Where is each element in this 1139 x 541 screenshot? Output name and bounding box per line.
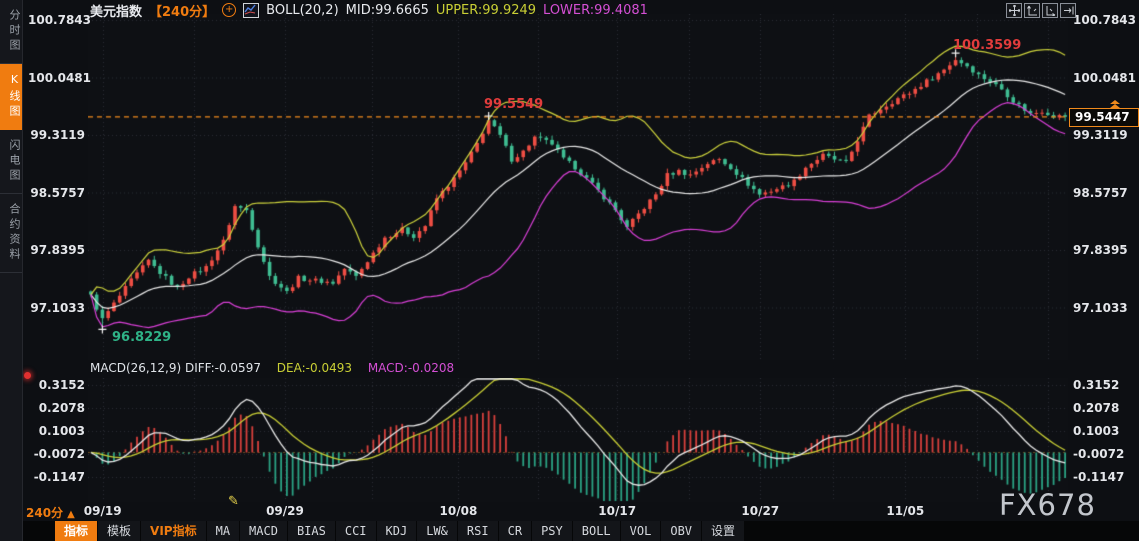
toolbar-button-KDJ[interactable]: KDJ bbox=[376, 521, 418, 541]
live-alert-icon bbox=[24, 372, 31, 379]
sidebar-tab-2[interactable]: 闪电图 bbox=[0, 130, 22, 194]
macd-axis-label-left: 0.3152 bbox=[38, 378, 85, 392]
toolbar-button-OBV[interactable]: OBV bbox=[661, 521, 703, 541]
chart-tool-icons bbox=[1006, 3, 1076, 18]
macd-dea-value: DEA:-0.0493 bbox=[276, 361, 352, 375]
jump-to-price-icon[interactable] bbox=[1109, 100, 1121, 108]
toolbar-button-指标[interactable]: 指标 bbox=[55, 521, 99, 541]
pencil-cursor-icon: ✎ bbox=[228, 494, 239, 509]
macd-macd-value: MACD:-0.0208 bbox=[367, 361, 455, 375]
go-to-latest-icon[interactable] bbox=[1060, 3, 1076, 18]
high-annotation-1: 99.5549 bbox=[484, 97, 544, 112]
indicator-toolbar: 指标 模板 VIP指标 MA MACD BIAS CCI KDJ LW& RSI CR PSY BOLL… bbox=[55, 521, 746, 541]
date-axis-label: 09/19 bbox=[83, 504, 122, 518]
macd-header: MACD(26,12,9) DIFF:-0.0597 DEA:-0.0493 M… bbox=[90, 361, 454, 375]
sidebar-tab-1[interactable]: K线图 bbox=[0, 64, 22, 130]
price-axis-label-left: 100.7843 bbox=[28, 13, 92, 27]
toolbar-button-MACD[interactable]: MACD bbox=[240, 521, 288, 541]
toolbar-button-CCI[interactable]: CCI bbox=[335, 521, 377, 541]
low-annotation: 96.8229 bbox=[112, 330, 172, 345]
date-axis-label: 10/08 bbox=[439, 504, 478, 518]
symbol-title: 美元指数 bbox=[90, 4, 143, 20]
macd-chart-canvas[interactable] bbox=[88, 378, 1068, 502]
price-axis-label-right: 97.8395 bbox=[1073, 243, 1128, 257]
sidebar-tab-0[interactable]: 分时图 bbox=[0, 0, 22, 64]
period-arrow-icon: ▲ bbox=[67, 509, 75, 520]
macd-name-diff: MACD(26,12,9) DIFF:-0.0597 bbox=[90, 361, 261, 375]
boll-lower-value: LOWER:99.4081 bbox=[543, 2, 648, 18]
watermark: FX678 bbox=[999, 488, 1096, 522]
add-indicator-icon[interactable]: + bbox=[222, 3, 237, 17]
last-price-tag[interactable]: 99.5447 bbox=[1069, 108, 1139, 127]
indicator-toolbar-row: 指标 模板 VIP指标 MA MACD BIAS CCI KDJ LW& RSI CR PSY BOLL… bbox=[23, 521, 1139, 541]
toolbar-button-MA[interactable]: MA bbox=[206, 521, 241, 541]
toolbar-button-RSI[interactable]: RSI bbox=[457, 521, 499, 541]
price-axis-label-right: 97.1033 bbox=[1073, 300, 1128, 315]
scale-y-axis-icon[interactable] bbox=[1024, 3, 1040, 18]
toolbar-button-BIAS[interactable]: BIAS bbox=[287, 521, 336, 541]
macd-axis-label-right: 0.3152 bbox=[1073, 378, 1120, 392]
period-text: 240分 bbox=[26, 506, 64, 520]
macd-axis-label-left: 0.1003 bbox=[38, 424, 85, 438]
price-axis-label-left: 97.8395 bbox=[30, 243, 85, 257]
chart-application-window: 分时图 K线图 闪电图 合约资料 美元指数 【240分】 + BOLL(20,2) M… bbox=[0, 0, 1139, 541]
price-axis-label-left: 98.5757 bbox=[30, 185, 85, 200]
toolbar-button-BOLL[interactable]: BOLL bbox=[572, 521, 621, 541]
toolbar-button-模板[interactable]: 模板 bbox=[98, 521, 142, 541]
macd-axis-label-right: -0.0072 bbox=[1073, 447, 1125, 461]
period-label[interactable]: 【240分】 bbox=[149, 1, 215, 20]
date-axis-label: 11/05 bbox=[886, 504, 925, 518]
toolbar-button-LW&[interactable]: LW& bbox=[417, 521, 458, 541]
macd-axis-label-left: 0.2078 bbox=[38, 401, 85, 415]
price-axis-label-left: 99.3119 bbox=[30, 128, 85, 142]
price-axis-label-right: 98.5757 bbox=[1073, 185, 1128, 200]
toolbar-button-VIP指标[interactable]: VIP指标 bbox=[141, 521, 207, 541]
toolbar-button-设置[interactable]: 设置 bbox=[702, 521, 746, 541]
sidebar-tab-3[interactable]: 合约资料 bbox=[0, 194, 22, 273]
chart-header: 美元指数 【240分】 + BOLL(20,2) MID:99.6665 UPP… bbox=[90, 1, 648, 20]
price-axis-label-right: 100.0481 bbox=[1073, 70, 1137, 85]
price-axis-label-right: 100.7843 bbox=[1073, 13, 1137, 27]
macd-axis-label-right: 0.1003 bbox=[1073, 424, 1120, 438]
pan-tool-icon[interactable] bbox=[1006, 3, 1022, 18]
high-annotation-2: 100.3599 bbox=[953, 38, 1022, 53]
period-selector[interactable]: 240分 ▲ bbox=[26, 504, 75, 521]
macd-axis-label-left: -0.0072 bbox=[33, 447, 85, 461]
left-sidebar: 分时图 K线图 闪电图 合约资料 bbox=[0, 0, 23, 541]
date-axis-label: 10/17 bbox=[598, 504, 637, 518]
price-axis-label-left: 100.0481 bbox=[28, 70, 92, 85]
candlestick-chart-canvas[interactable] bbox=[88, 14, 1068, 360]
macd-axis-label-left: -0.1147 bbox=[33, 470, 85, 484]
date-axis-label: 10/27 bbox=[741, 504, 780, 518]
toolbar-button-VOL[interactable]: VOL bbox=[620, 521, 662, 541]
macd-axis-label-right: -0.1147 bbox=[1073, 470, 1125, 484]
boll-label: BOLL(20,2) bbox=[266, 2, 339, 18]
toolbar-button-PSY[interactable]: PSY bbox=[532, 521, 573, 541]
date-axis-label: 09/29 bbox=[266, 504, 304, 518]
toolbar-button-CR[interactable]: CR bbox=[498, 521, 533, 541]
macd-axis-label-right: 0.2078 bbox=[1073, 401, 1120, 415]
mini-chart-icon[interactable] bbox=[243, 2, 260, 18]
scale-x-axis-icon[interactable] bbox=[1042, 3, 1058, 18]
price-axis-label-right: 99.3119 bbox=[1073, 128, 1128, 142]
boll-mid-value: MID:99.6665 bbox=[345, 2, 429, 18]
boll-upper-value: UPPER:99.9249 bbox=[435, 2, 537, 18]
price-axis-label-left: 97.1033 bbox=[30, 300, 85, 315]
